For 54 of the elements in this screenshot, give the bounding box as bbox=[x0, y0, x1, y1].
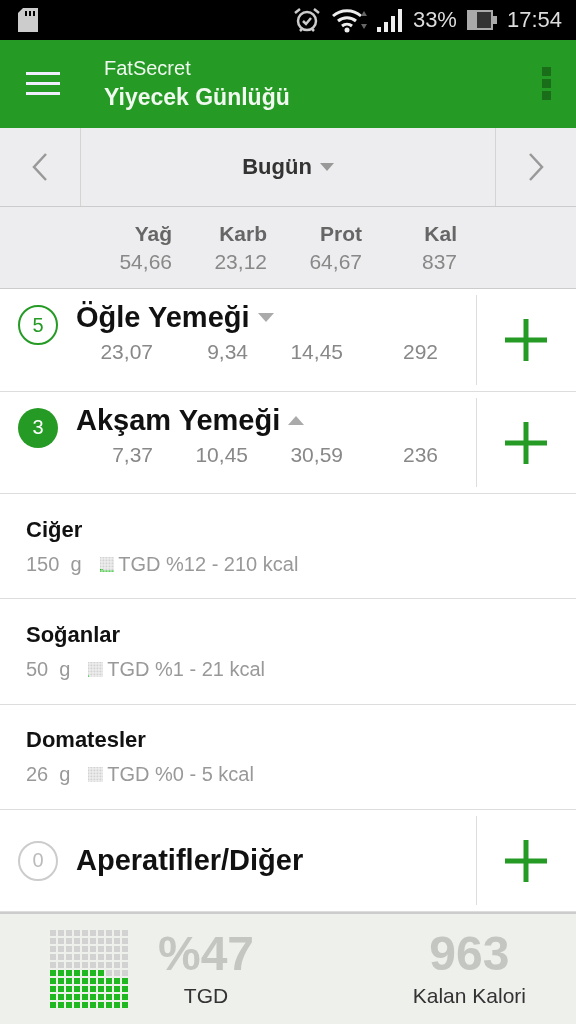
chevron-right-icon[interactable] bbox=[528, 151, 544, 182]
item-count: 0 bbox=[18, 840, 58, 881]
meal-value: 30,59 bbox=[289, 442, 344, 467]
meal-value: 23,07 bbox=[99, 340, 154, 364]
expand-caret-icon[interactable] bbox=[257, 313, 274, 322]
column-header: Kal bbox=[424, 221, 457, 246]
food-nutrition-summary: TGD %0 - 5 kcal bbox=[107, 763, 254, 787]
collapse-caret-icon[interactable] bbox=[288, 415, 305, 425]
meal-name[interactable]: Aperatifler/Diğer bbox=[76, 844, 304, 878]
food-amount: 150 g bbox=[26, 552, 82, 576]
signal-icon bbox=[376, 7, 403, 32]
daily-intake-grid-icon bbox=[50, 930, 128, 1009]
item-count: 3 bbox=[18, 407, 58, 448]
plus-icon[interactable] bbox=[505, 839, 547, 882]
meal-value: 9,34 bbox=[206, 340, 249, 364]
clock-time: 17:54 bbox=[506, 6, 562, 33]
wifi-icon bbox=[330, 6, 367, 33]
food-amount: 26 g bbox=[26, 763, 71, 787]
alarm-clock-icon bbox=[292, 6, 321, 33]
item-count: 5 bbox=[18, 305, 58, 345]
total-value: 837 bbox=[421, 249, 457, 274]
dropdown-caret-icon[interactable] bbox=[319, 162, 334, 171]
column-header: Karb bbox=[219, 221, 267, 246]
total-value: 54,66 bbox=[119, 249, 172, 274]
meal-value: 7,37 bbox=[111, 442, 154, 467]
total-value: 64,67 bbox=[309, 249, 362, 274]
meal-value: 292 bbox=[401, 340, 439, 364]
meal-name[interactable]: Öğle Yemeği bbox=[76, 301, 250, 334]
app-name: FatSecret bbox=[104, 56, 192, 80]
sd-card-icon bbox=[18, 7, 38, 32]
battery-icon bbox=[466, 8, 497, 31]
food-name[interactable]: Domatesler bbox=[26, 727, 576, 754]
remaining-calories-label: Kalan Kalori bbox=[412, 984, 526, 1009]
screen-title: Yiyecek Günlüğü bbox=[104, 83, 291, 111]
meal-value: 10,45 bbox=[194, 442, 249, 467]
plus-icon[interactable] bbox=[505, 318, 547, 361]
food-nutrition-summary: TGD %1 - 21 kcal bbox=[107, 658, 265, 682]
plus-icon[interactable] bbox=[505, 421, 547, 464]
meal-value: 236 bbox=[401, 442, 439, 467]
column-header: Yağ bbox=[134, 221, 172, 246]
grid-icon bbox=[88, 662, 104, 677]
food-name[interactable]: Soğanlar bbox=[26, 622, 576, 649]
battery-percent: 33% bbox=[412, 6, 457, 33]
meal-name[interactable]: Akşam Yemeği bbox=[76, 403, 281, 437]
food-name[interactable]: Ciğer bbox=[26, 516, 576, 543]
daily-intake-label: TGD bbox=[183, 984, 229, 1009]
meal-value: 14,45 bbox=[289, 340, 344, 364]
grid-icon bbox=[99, 557, 115, 572]
total-value: 23,12 bbox=[214, 249, 267, 274]
grid-icon bbox=[88, 767, 104, 782]
column-header: Prot bbox=[320, 221, 362, 246]
food-amount: 50 g bbox=[26, 658, 71, 682]
food-nutrition-summary: TGD %12 - 210 kcal bbox=[118, 552, 299, 576]
chevron-left-icon[interactable] bbox=[32, 151, 48, 182]
